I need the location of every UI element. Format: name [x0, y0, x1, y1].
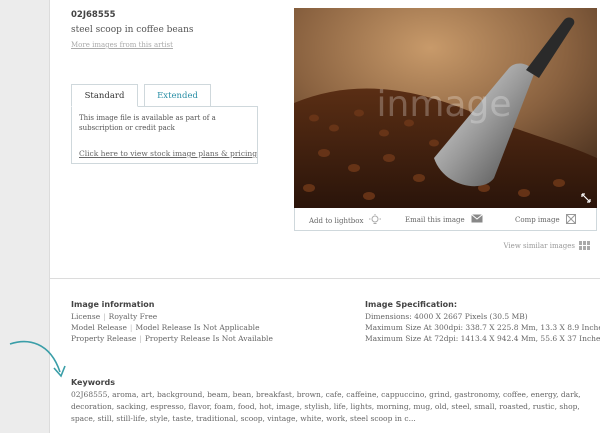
tab-extended[interactable]: Extended: [144, 84, 211, 107]
keywords-title: Keywords: [71, 378, 116, 387]
add-to-lightbox-button[interactable]: Add to lightbox: [309, 214, 382, 227]
license-label: License: [71, 312, 101, 321]
license-row: License | Royalty Free: [71, 312, 158, 321]
photo-actions-bar: Add to lightbox Email this image Comp im…: [294, 208, 597, 231]
size-72dpi-row: Maximum Size At 72dpi: 1413.4 X 942.4 Mm…: [365, 334, 600, 343]
property-release-value: Property Release Is Not Available: [144, 334, 273, 343]
model-release-row: Model Release | Model Release Is Not Appli…: [71, 323, 260, 332]
dimensions-row: Dimensions: 4000 X 2667 Pixels (30.5 MB): [365, 312, 528, 321]
model-release-label: Model Release: [71, 323, 127, 332]
lightbulb-icon: [369, 214, 382, 227]
tab-standard[interactable]: Standard: [71, 84, 138, 107]
view-similar-label: View similar images: [503, 241, 576, 250]
add-to-lightbox-label: Add to lightbox: [309, 216, 364, 225]
view-similar-button[interactable]: View similar images: [504, 241, 593, 250]
image-specification-title: Image Specification:: [365, 300, 458, 309]
property-release-label: Property Release: [71, 334, 137, 343]
keywords-list: 02J68555, aroma, art, background, beam, …: [71, 390, 581, 423]
grid-icon: [579, 241, 592, 250]
comp-icon: [565, 214, 576, 226]
photo-watermark: inmage: [377, 84, 512, 125]
license-tabs: Standard Extended: [71, 84, 261, 107]
main-photo[interactable]: inmage: [294, 8, 597, 208]
email-image-label: Email this image: [405, 215, 465, 224]
coffee-scoop-photo: inmage: [294, 8, 597, 208]
license-panel-text: This image file is available as part of …: [79, 114, 216, 132]
property-release-row: Property Release | Property Release Is Not…: [71, 334, 273, 343]
image-information-title: Image information: [71, 300, 155, 309]
comp-image-button[interactable]: Comp image: [515, 214, 576, 226]
section-divider: [50, 278, 600, 279]
comp-image-label: Comp image: [515, 216, 560, 224]
license-panel: This image file is available as part of …: [71, 106, 258, 164]
license-value: Royalty Free: [108, 312, 158, 321]
pricing-link[interactable]: Click here to view stock image plans & p…: [79, 149, 257, 158]
size-300dpi-row: Maximum Size At 300dpi: 338.7 X 225.8 Mm…: [365, 323, 600, 332]
model-release-value: Model Release Is Not Applicable: [135, 323, 260, 332]
envelope-icon: [470, 214, 483, 225]
email-image-button[interactable]: Email this image: [405, 214, 483, 225]
image-id: 02J68555: [71, 10, 116, 20]
image-title: steel scoop in coffee beans: [71, 25, 194, 35]
curved-arrow-icon: [9, 340, 66, 378]
more-images-link[interactable]: More images from this artist: [71, 41, 173, 49]
